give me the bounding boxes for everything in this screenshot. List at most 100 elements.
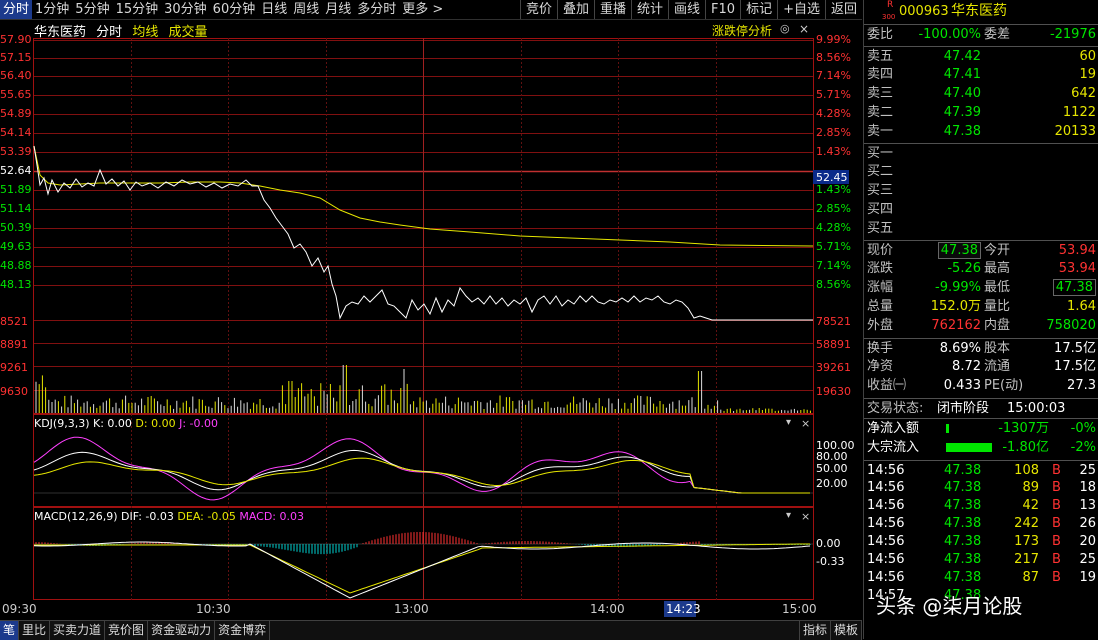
bid-label: 买五 bbox=[867, 221, 894, 236]
ask-row: 卖一 47.38 20133 bbox=[864, 122, 1098, 141]
quote-value-2: 53.94 bbox=[1058, 243, 1096, 258]
tab-force[interactable]: 买卖力道 bbox=[50, 621, 106, 640]
fund-row: 换手 8.69% 股本 17.5亿 bbox=[864, 338, 1098, 358]
quote-value: -9.99% bbox=[935, 280, 981, 295]
fund-label-2: 流通 bbox=[984, 359, 1011, 374]
status-label: 交易状态: bbox=[867, 401, 924, 416]
time-1500: 15:00 bbox=[782, 602, 817, 616]
macd-tick-1: 0.00 bbox=[816, 537, 841, 550]
ask-row: 卖四 47.41 19 bbox=[864, 65, 1098, 84]
current-price-tag: 52.45 bbox=[816, 171, 848, 184]
tick-side: B bbox=[1052, 480, 1061, 495]
price-tick: 56.40 bbox=[0, 69, 32, 82]
tick-row: 14:56 47.38 89 B 18 bbox=[864, 478, 1098, 497]
indicator-button[interactable]: 指标 bbox=[798, 621, 831, 640]
vol-axis-r4: 19630 bbox=[816, 385, 851, 398]
kdj-j: J: -0.00 bbox=[179, 417, 219, 430]
tab-fund-game[interactable]: 资金博弈 bbox=[215, 621, 271, 640]
quote-value: 762162 bbox=[931, 318, 981, 333]
status-value: 闭市阶段 bbox=[937, 401, 990, 416]
kdj-settings-icon[interactable]: ▾ bbox=[786, 417, 791, 428]
tab-ratio[interactable]: 里比 bbox=[19, 621, 51, 640]
vol-axis-3: 9261 bbox=[0, 361, 28, 374]
macd-close-icon[interactable]: × bbox=[801, 510, 810, 523]
vol-axis-r2: 58891 bbox=[816, 338, 851, 351]
price-tick: 48.13 bbox=[0, 278, 32, 291]
tab-auction[interactable]: 竞价图 bbox=[105, 621, 149, 640]
tab-fund-drive[interactable]: 资金驱动力 bbox=[148, 621, 216, 640]
quote-value: -5.26 bbox=[947, 261, 981, 276]
stock-header: R 300 000963 华东医药 bbox=[864, 0, 1098, 21]
tick-side: B bbox=[1052, 498, 1061, 513]
kdj-close-icon[interactable]: × bbox=[801, 417, 810, 430]
macd-settings-icon[interactable]: ▾ bbox=[786, 510, 791, 521]
tick-time: 14:56 bbox=[867, 552, 905, 567]
blockflow-value: -1.80亿 bbox=[1002, 440, 1049, 455]
percent-tick: 7.14% bbox=[816, 259, 851, 272]
price-tick: 57.15 bbox=[0, 51, 32, 64]
bid-row: 买一 bbox=[864, 143, 1098, 163]
percent-tick: 5.71% bbox=[816, 240, 851, 253]
quote-row: 总量 152.0万 量比 1.64 bbox=[864, 297, 1098, 316]
quote-row: 涨幅 -9.99% 最低 47.38 bbox=[864, 278, 1098, 297]
quote-label-2: 量比 bbox=[984, 299, 1011, 314]
ask-label: 卖三 bbox=[867, 86, 894, 101]
tick-price: 47.38 bbox=[944, 552, 982, 567]
kdj-label: KDJ(9,3,3) bbox=[34, 417, 90, 430]
quote-value-2: 47.38 bbox=[1052, 279, 1096, 296]
template-button[interactable]: 模板 bbox=[831, 621, 862, 640]
tick-side: B bbox=[1052, 570, 1061, 585]
quote-value-2: 53.94 bbox=[1058, 261, 1096, 276]
price-tick: 48.88 bbox=[0, 259, 32, 272]
vol-axis-4: 9630 bbox=[0, 385, 28, 398]
ask-label: 卖四 bbox=[867, 67, 894, 82]
ask-price: 47.39 bbox=[943, 105, 981, 120]
vol-axis-2: 8891 bbox=[0, 338, 28, 351]
tab-tick[interactable]: 笔 bbox=[0, 621, 20, 640]
tick-row: 14:56 47.38 42 B 13 bbox=[864, 496, 1098, 515]
ask-row: 卖三 47.40 642 bbox=[864, 84, 1098, 103]
blockflow-label: 大宗流入 bbox=[867, 440, 920, 455]
tick-count: 19 bbox=[1079, 570, 1096, 585]
blockflow-row: 大宗流入 -1.80亿 -2% bbox=[864, 438, 1098, 457]
time-1400: 14:00 bbox=[590, 602, 625, 616]
fund-value-2: 27.3 bbox=[1067, 378, 1096, 393]
fund-label: 换手 bbox=[867, 341, 894, 356]
bottom-tabs: 笔 里比 买卖力道 竞价图 资金驱动力 资金博弈 指标 模板 bbox=[0, 620, 862, 640]
quote-value: 152.0万 bbox=[930, 299, 981, 314]
macd-value: MACD: 0.03 bbox=[239, 510, 304, 523]
fund-label-2: PE(动) bbox=[984, 378, 1024, 393]
blockflow-pct: -2% bbox=[1070, 440, 1096, 455]
tick-time: 14:56 bbox=[867, 570, 905, 585]
quote-value-2: 758020 bbox=[1046, 318, 1096, 333]
tick-volume: 87 bbox=[1022, 570, 1039, 585]
weicha-label: 委差 bbox=[984, 27, 1011, 42]
kdj-tick-3: 50.00 bbox=[816, 462, 848, 475]
ask-price: 47.40 bbox=[943, 86, 981, 101]
stock-code: 000963 bbox=[899, 4, 949, 19]
quote-value-2: 1.64 bbox=[1067, 299, 1096, 314]
macd-header: MACD(12,26,9) DIF: -0.03 DEA: -0.05 MACD… bbox=[34, 510, 304, 523]
ask-label: 卖五 bbox=[867, 49, 894, 64]
vol-axis-1: 8521 bbox=[0, 315, 28, 328]
percent-tick: 1.43% bbox=[816, 145, 851, 158]
ask-volume: 1122 bbox=[1062, 105, 1096, 120]
quote-label: 涨跌 bbox=[867, 261, 894, 276]
price-tick: 50.39 bbox=[0, 221, 32, 234]
quote-label: 现价 bbox=[867, 243, 894, 258]
percent-tick: 4.28% bbox=[816, 107, 851, 120]
kdj-header: KDJ(9,3,3) K: 0.00 D: 0.00 J: -0.00 bbox=[34, 417, 218, 430]
cursor-time: 14:23 bbox=[666, 602, 701, 616]
ask-row: 卖五 47.42 60 bbox=[864, 46, 1098, 66]
quote-label: 外盘 bbox=[867, 318, 894, 333]
fund-value-2: 17.5亿 bbox=[1054, 359, 1096, 374]
tick-count: 20 bbox=[1079, 534, 1096, 549]
percent-tick: 8.56% bbox=[816, 278, 851, 291]
macd-tick-2: -0.33 bbox=[816, 555, 845, 568]
quote-label: 涨幅 bbox=[867, 280, 894, 295]
bid-label: 买一 bbox=[867, 146, 894, 161]
percent-tick: 4.28% bbox=[816, 221, 851, 234]
macd-label: MACD(12,26,9) bbox=[34, 510, 118, 523]
price-tick: 57.90 bbox=[0, 33, 32, 46]
ask-price: 47.38 bbox=[943, 124, 981, 139]
